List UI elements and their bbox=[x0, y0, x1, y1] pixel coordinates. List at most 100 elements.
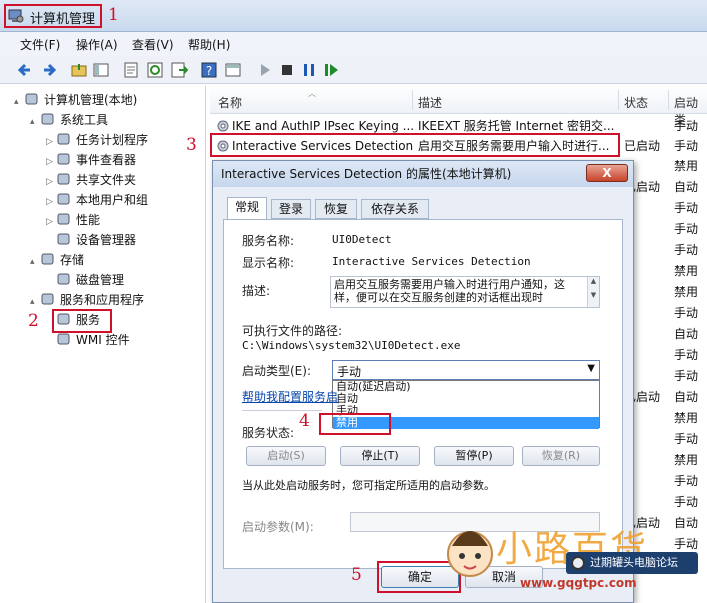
export-list-icon[interactable] bbox=[170, 61, 188, 79]
column-divider[interactable] bbox=[668, 90, 669, 110]
expand-toggle-icon[interactable]: ▷ bbox=[46, 172, 56, 192]
tab-logon[interactable]: 登录 bbox=[271, 199, 311, 219]
tab-general[interactable]: 常规 bbox=[227, 197, 267, 220]
tree-item[interactable]: ▴ 计算机管理(本地) bbox=[10, 90, 205, 110]
up-folder-icon[interactable] bbox=[70, 61, 88, 79]
close-button[interactable]: X bbox=[586, 164, 628, 182]
option-auto[interactable]: 自动 bbox=[333, 393, 599, 405]
list-item[interactable]: 手动 bbox=[624, 345, 707, 366]
tree-item-label: 服务和应用程序 bbox=[60, 293, 145, 307]
list-item[interactable]: 手动 bbox=[624, 366, 707, 387]
sort-arrow-icon: ︿ bbox=[308, 89, 316, 98]
list-item[interactable]: 禁用 bbox=[624, 261, 707, 282]
tree-item[interactable]: ▷ 本地用户和组 bbox=[10, 190, 205, 210]
menu-file[interactable]: 文件(F) bbox=[20, 36, 60, 53]
list-item[interactable]: 手动 bbox=[624, 429, 707, 450]
service-startup-type: 手动 bbox=[674, 139, 699, 153]
tree-item[interactable]: ▷ 事件查看器 bbox=[10, 150, 205, 170]
tree-item[interactable]: ▴ 服务和应用程序 bbox=[10, 290, 205, 310]
shared-folder-icon bbox=[56, 172, 72, 186]
description-scrollbar[interactable]: ▲ ▼ bbox=[587, 277, 599, 307]
play-icon[interactable] bbox=[256, 61, 274, 79]
service-startup-type: 手动 bbox=[674, 201, 699, 215]
startup-type-label: 启动类型(E): bbox=[242, 364, 311, 378]
tree-item-label: 事件查看器 bbox=[76, 153, 137, 167]
annotation-number: 2 bbox=[28, 311, 39, 331]
annotation-box bbox=[319, 413, 391, 435]
general-tab-panel: 服务名称: UI0Detect 显示名称: Interactive Servic… bbox=[223, 219, 623, 569]
startup-hint: 当从此处启动服务时，您可指定所适用的启动参数。 bbox=[242, 479, 495, 492]
list-item[interactable]: 禁用 bbox=[624, 408, 707, 429]
tab-recovery[interactable]: 恢复 bbox=[315, 199, 357, 219]
stop-icon[interactable] bbox=[278, 61, 296, 79]
menu-help[interactable]: 帮助(H) bbox=[188, 36, 230, 53]
help-icon[interactable]: ? bbox=[200, 61, 218, 79]
device-manager-icon bbox=[56, 232, 72, 246]
forward-icon[interactable] bbox=[40, 61, 58, 79]
startup-type-select[interactable]: 手动 ▼ bbox=[332, 360, 600, 380]
tree-item-label: 设备管理器 bbox=[76, 233, 137, 247]
pause-button[interactable]: 暂停(P) bbox=[434, 446, 514, 466]
tree-item[interactable]: 设备管理器 bbox=[10, 230, 205, 250]
header-status[interactable]: 状态 bbox=[624, 94, 648, 111]
tab-dependencies[interactable]: 依存关系 bbox=[361, 199, 429, 219]
refresh-icon[interactable] bbox=[146, 61, 164, 79]
menu-view[interactable]: 查看(V) bbox=[132, 36, 174, 53]
expand-toggle-icon[interactable]: ▷ bbox=[46, 152, 56, 172]
show-hide-tree-icon[interactable] bbox=[92, 61, 110, 79]
header-description[interactable]: 描述 bbox=[418, 94, 442, 111]
description-label: 描述: bbox=[242, 284, 271, 298]
menu-action[interactable]: 操作(A) bbox=[76, 36, 118, 53]
tree-item[interactable]: WMI 控件 bbox=[10, 330, 205, 350]
list-item[interactable]: 禁用 bbox=[624, 282, 707, 303]
list-item[interactable]: 手动 bbox=[624, 240, 707, 261]
list-item[interactable]: 自动 bbox=[624, 324, 707, 345]
console-view-icon[interactable] bbox=[224, 61, 242, 79]
expand-toggle-icon[interactable]: ▷ bbox=[46, 192, 56, 212]
restart-icon[interactable] bbox=[322, 61, 340, 79]
expand-toggle-icon[interactable]: ▴ bbox=[30, 252, 40, 272]
back-icon[interactable] bbox=[16, 61, 34, 79]
list-item[interactable]: 禁用 bbox=[624, 156, 707, 177]
list-item[interactable]: 手动 bbox=[624, 219, 707, 240]
expand-toggle-icon[interactable]: ▴ bbox=[14, 92, 24, 112]
column-divider[interactable] bbox=[412, 90, 413, 110]
tree-item[interactable]: 磁盘管理 bbox=[10, 270, 205, 290]
tree-item-label: 本地用户和组 bbox=[76, 193, 149, 207]
service-startup-type: 禁用 bbox=[674, 264, 699, 278]
list-item[interactable]: 已启动 自动 bbox=[624, 177, 707, 198]
exe-path-label: 可执行文件的路径: bbox=[242, 324, 343, 338]
list-item[interactable]: 手动 bbox=[624, 198, 707, 219]
tree-item[interactable]: ▴ 系统工具 bbox=[10, 110, 205, 130]
help-configure-link[interactable]: 帮助我配置服务启 bbox=[242, 388, 338, 405]
tree-item[interactable]: ▴ 存储 bbox=[10, 250, 205, 270]
annotation-number: 5 bbox=[351, 565, 362, 585]
list-item[interactable]: 已启动 自动 bbox=[624, 387, 707, 408]
expand-toggle-icon[interactable]: ▷ bbox=[46, 132, 56, 152]
chevron-down-icon[interactable]: ▼ bbox=[587, 363, 595, 374]
exe-path-value: C:\Windows\system32\UI0Detect.exe bbox=[242, 339, 461, 352]
pause-icon[interactable] bbox=[300, 61, 318, 79]
service-startup-type: 手动 bbox=[674, 495, 699, 509]
stop-button[interactable]: 停止(T) bbox=[340, 446, 420, 466]
list-item[interactable]: 手动 bbox=[624, 303, 707, 324]
tree-item[interactable]: ▷ 性能 bbox=[10, 210, 205, 230]
expand-toggle-icon[interactable]: ▷ bbox=[46, 212, 56, 232]
list-item[interactable]: 手动 bbox=[624, 492, 707, 513]
expand-toggle-icon[interactable]: ▴ bbox=[30, 292, 40, 312]
wmi-icon bbox=[56, 332, 72, 346]
header-name[interactable]: 名称 bbox=[218, 94, 242, 111]
list-item[interactable]: 手动 bbox=[624, 471, 707, 492]
tree-item[interactable]: ▷ 任务计划程序 bbox=[10, 130, 205, 150]
start-button[interactable]: 启动(S) bbox=[246, 446, 326, 466]
list-item[interactable]: 禁用 bbox=[624, 450, 707, 471]
navigation-tree: ▴ 计算机管理(本地) ▴ 系统工具 ▷ 任务计划程序 ▷ 事件查看器 ▷ 共享文件夹 ▷ 本地用户和… bbox=[10, 86, 206, 603]
expand-toggle-icon[interactable]: ▴ bbox=[30, 112, 40, 132]
description-textbox[interactable]: 启用交互服务需要用户输入时进行用户通知，这样，便可以在交互服务创建的对话框出现时… bbox=[330, 276, 600, 308]
service-startup-type: 禁用 bbox=[674, 285, 699, 299]
tree-item[interactable]: ▷ 共享文件夹 bbox=[10, 170, 205, 190]
resume-button[interactable]: 恢复(R) bbox=[522, 446, 600, 466]
column-divider[interactable] bbox=[618, 90, 619, 110]
option-auto-delayed[interactable]: 自动(延迟启动) bbox=[333, 381, 599, 393]
properties-icon[interactable] bbox=[122, 61, 140, 79]
